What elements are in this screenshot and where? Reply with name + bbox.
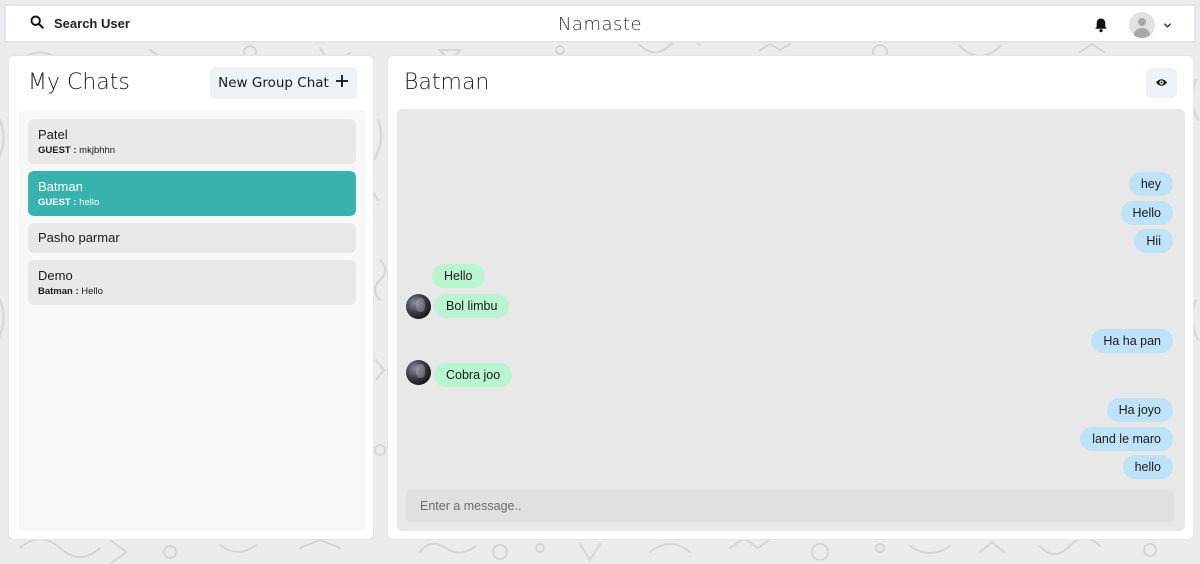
message-bubble-sent: Hello [1120,201,1173,225]
sender-avatar [406,360,431,385]
plus-icon [335,74,349,92]
sender-avatar [406,294,431,319]
message-bubble-sent: hey [1128,172,1173,196]
message-input[interactable] [406,490,1174,522]
chat-name: Patel [38,127,68,142]
message-bubble-sent: Ha joyo [1106,398,1173,422]
chat-preview: GUEST : hello [38,196,346,209]
message-bubble-sent: Hii [1134,229,1173,253]
chat-preview-text: hello [79,197,100,208]
message-bubble-received: Bol limbu [434,294,510,318]
eye-icon [1155,74,1168,93]
chat-item-demo[interactable]: Demo Batman : Hello [28,260,356,305]
bell-icon[interactable] [1093,17,1109,33]
chat-preview-sender: Batman : [38,286,79,297]
chat-preview-sender: GUEST : [38,197,77,208]
new-group-chat-button[interactable]: New Group Chat [210,67,357,99]
conversation-panel: Batman hey Hello Hii Hello Bol limbu Ha … [387,55,1194,540]
profile-menu-button[interactable] [1129,12,1172,38]
chat-name: Demo [38,268,73,283]
message-bubble-received: Hello [432,264,485,288]
my-chats-panel: My Chats New Group Chat Patel GUEST : mk… [8,55,374,540]
chat-item-pasho-parmar[interactable]: Pasho parmar [28,223,356,253]
chat-preview-sender: GUEST : [38,145,77,156]
avatar-icon [1129,12,1155,38]
top-navbar: Search User Namaste [4,4,1196,43]
chat-item-patel[interactable]: Patel GUEST : mkjbhhn [28,119,356,164]
chat-preview-text: mkjbhhn [79,145,116,156]
chat-preview: GUEST : mkjbhhn [38,144,346,157]
chat-name: Pasho parmar [38,230,120,245]
message-bubble-sent: Ha ha pan [1091,329,1173,353]
new-group-chat-label: New Group Chat [218,75,329,91]
my-chats-title: My Chats [28,70,130,95]
chat-preview-text: Hello [81,286,103,297]
chat-preview: Batman : Hello [38,285,346,298]
chevron-down-icon [1163,21,1172,30]
chat-list: Patel GUEST : mkjbhhn Batman GUEST : hel… [19,110,366,531]
message-bubble-received: Cobra joo [434,363,513,387]
search-user-label: Search User [54,16,130,31]
app-title: Namaste [557,14,643,35]
search-user-button[interactable]: Search User [24,10,136,38]
view-profile-button[interactable] [1146,68,1177,98]
search-icon [30,14,44,33]
message-bubble-sent: land le maro [1080,427,1173,451]
conversation-title: Batman [404,70,490,95]
message-bubble-sent: hello [1122,455,1173,479]
chat-name: Batman [38,179,83,194]
chat-item-batman[interactable]: Batman GUEST : hello [28,171,356,216]
message-area: hey Hello Hii Hello Bol limbu Ha ha pan … [397,109,1185,531]
